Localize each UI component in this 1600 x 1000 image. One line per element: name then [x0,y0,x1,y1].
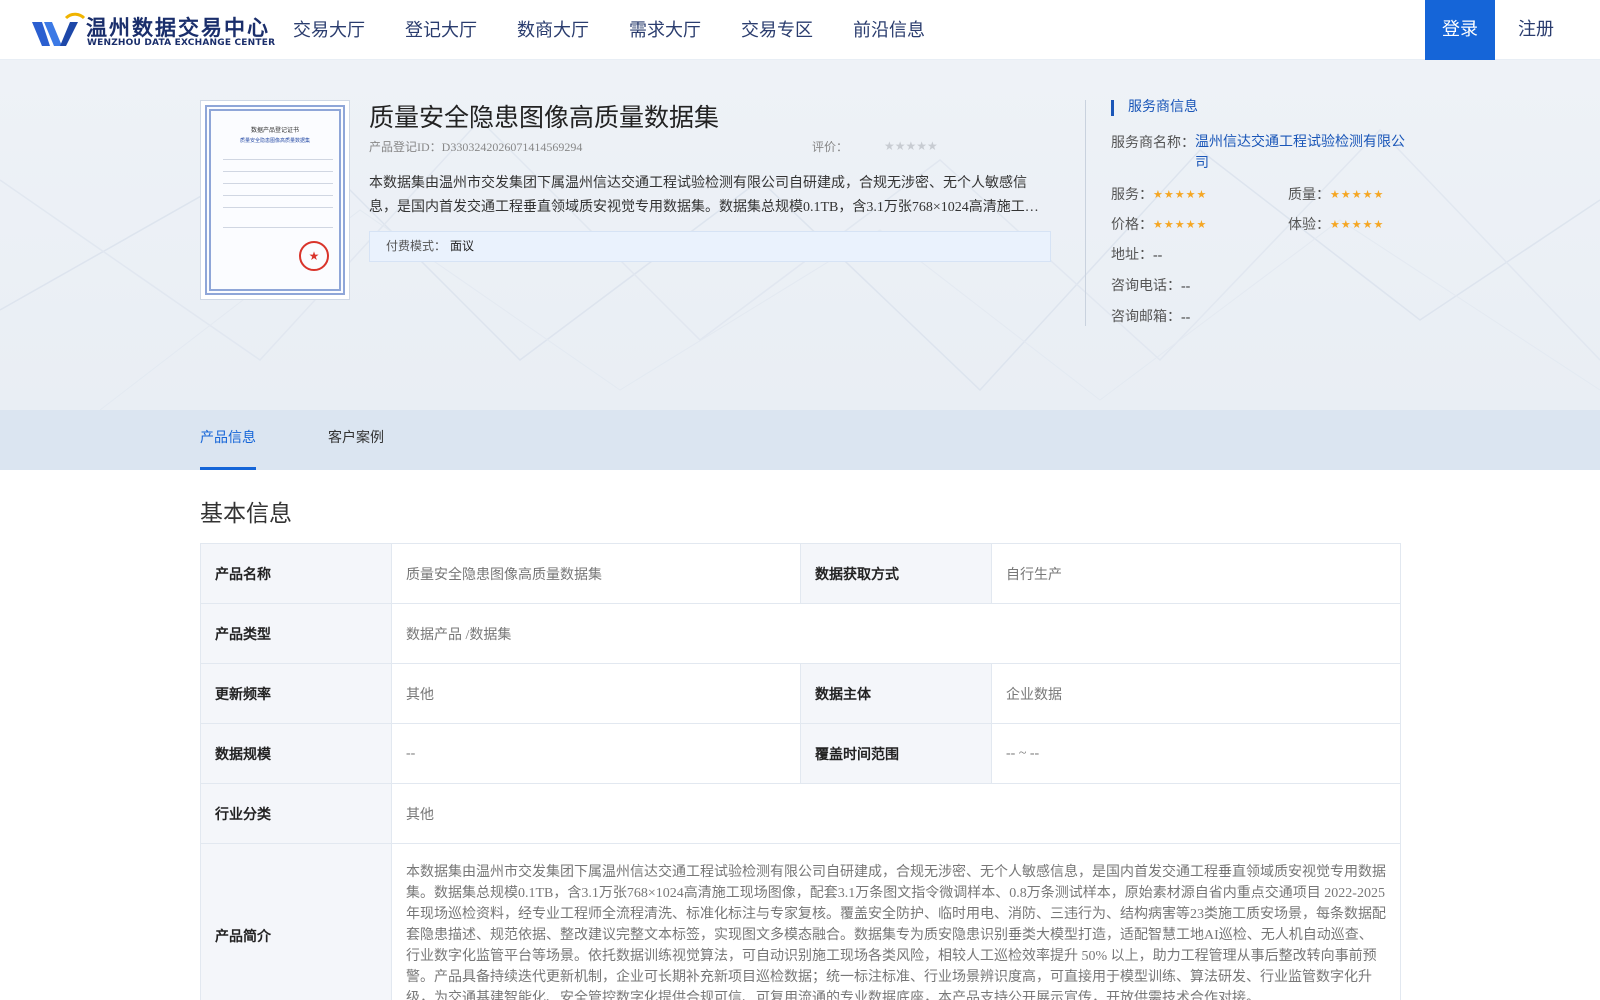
score-label: 体验： [1288,218,1330,233]
field-value: 数据产品 /数据集 [391,603,1401,664]
field-label: 产品简介 [200,843,392,1000]
top-header: 温州数据交易中心 WENZHOU DATA EXCHANGE CENTER 交易… [0,0,1600,60]
certificate-subtitle: 质量安全隐患图像高质量数据集 [239,138,310,144]
table-row: 产品类型 数据产品 /数据集 [200,603,1401,664]
score-service: 服务：★★★★★ [1111,184,1207,204]
table-row: 产品简介 本数据集由温州市交发集团下属温州信达交通工程试验检测有限公司自研建成，… [200,843,1401,1000]
rating-star-icon: ★★★★★ [884,139,938,153]
address-label: 地址： [1111,248,1153,263]
nav-item-registration-hall[interactable]: 登记大厅 [405,0,477,60]
nav-item-trading-zone[interactable]: 交易专区 [741,0,813,60]
certificate-line [223,183,333,184]
table-row: 行业分类 其他 [200,783,1401,844]
payment-mode-value: 面议 [450,239,475,253]
product-registration-id: 产品登记ID：D3303242026071414569294 [369,140,583,154]
field-label: 更新频率 [200,663,392,724]
email-label: 咨询邮箱： [1111,310,1181,325]
provider-info-panel: 服务商信息 服务商名称： 温州信达交通工程试验检测有限公司 服务：★★★★★ 质… [1085,100,1410,326]
score-label: 质量： [1288,188,1330,203]
field-value: -- ~ -- [991,723,1401,784]
payment-mode: 付费模式： 面议 [369,231,1051,262]
nav-item-frontier-info[interactable]: 前沿信息 [853,0,925,60]
field-label: 行业分类 [200,783,392,844]
payment-mode-label: 付费模式： [386,239,447,253]
field-value: 其他 [391,663,801,724]
tab-customer-cases[interactable]: 客户案例 [328,410,384,470]
field-label: 数据规模 [200,723,392,784]
star-icon: ★★★★★ [1153,188,1208,201]
field-label: 产品类型 [200,603,392,664]
email-value: -- [1181,310,1191,325]
star-icon: ★★★★★ [1330,218,1385,231]
field-value: 质量安全隐患图像高质量数据集 [391,543,801,604]
provider-email: 咨询邮箱：-- [1111,306,1190,326]
certificate-line [223,195,333,196]
phone-label: 咨询电话： [1111,279,1181,294]
rating-label: 评价： [812,140,849,154]
field-label: 覆盖时间范围 [800,723,992,784]
certificate-line [223,227,333,228]
login-button[interactable]: 登录 [1425,0,1495,60]
provider-name-link[interactable]: 温州信达交通工程试验检测有限公司 [1195,132,1405,174]
main-nav: 交易大厅 登记大厅 数商大厅 需求大厅 交易专区 前沿信息 [293,0,965,60]
nav-item-demand-hall[interactable]: 需求大厅 [629,0,701,60]
field-value: -- [391,723,801,784]
certificate-line [223,207,333,208]
field-label: 产品名称 [200,543,392,604]
score-price: 价格：★★★★★ [1111,214,1207,234]
register-button[interactable]: 注册 [1516,0,1556,60]
field-value: 自行生产 [991,543,1401,604]
certificate-title: 数据产品登记证书 [250,127,299,134]
field-value: 其他 [391,783,1401,844]
certificate-line [223,171,333,172]
tab-product-info[interactable]: 产品信息 [200,410,256,470]
basic-info-title: 基本信息 [200,501,292,526]
logo-mark-icon [32,12,86,46]
score-quality: 质量：★★★★★ [1288,184,1384,204]
detail-tabs: 产品信息 客户案例 [0,410,1600,470]
score-label: 价格： [1111,218,1153,233]
product-certificate-image: 数据产品登记证书 质量安全隐患图像高质量数据集 ★ [200,100,350,300]
provider-phone: 咨询电话：-- [1111,275,1190,295]
field-label: 数据获取方式 [800,543,992,604]
score-experience: 体验：★★★★★ [1288,214,1384,234]
product-summary: 本数据集由温州市交发集团下属温州信达交通工程试验检测有限公司自研建成，合规无涉密… [391,843,1401,1000]
site-logo[interactable]: 温州数据交易中心 WENZHOU DATA EXCHANGE CENTER [30,10,275,52]
table-row: 更新频率 其他 数据主体 企业数据 [200,663,1401,724]
provider-address: 地址：-- [1111,244,1162,264]
table-row: 产品名称 质量安全隐患图像高质量数据集 数据获取方式 自行生产 [200,543,1401,604]
provider-name-label: 服务商名称： [1111,136,1195,151]
nav-item-merchant-hall[interactable]: 数商大厅 [517,0,589,60]
basic-info-table: 产品名称 质量安全隐患图像高质量数据集 数据获取方式 自行生产 产品类型 数据产… [200,543,1401,1000]
score-label: 服务： [1111,188,1153,203]
star-icon: ★★★★★ [1330,188,1385,201]
address-value: -- [1153,248,1163,263]
field-label: 数据主体 [800,663,992,724]
provider-info-heading: 服务商信息 [1111,100,1198,116]
field-value: 企业数据 [991,663,1401,724]
logo-text-en: WENZHOU DATA EXCHANGE CENTER [87,38,276,48]
table-row: 数据规模 -- 覆盖时间范围 -- ~ -- [200,723,1401,784]
product-description: 本数据集由温州市交发集团下属温州信达交通工程试验检测有限公司自研建成，合规无涉密… [369,176,1039,215]
nav-item-trading-hall[interactable]: 交易大厅 [293,0,365,60]
phone-value: -- [1181,279,1191,294]
certificate-line [223,159,333,160]
star-icon: ★★★★★ [1153,218,1208,231]
seal-icon: ★ [299,241,329,271]
product-title: 质量安全隐患图像高质量数据集 [369,105,720,132]
